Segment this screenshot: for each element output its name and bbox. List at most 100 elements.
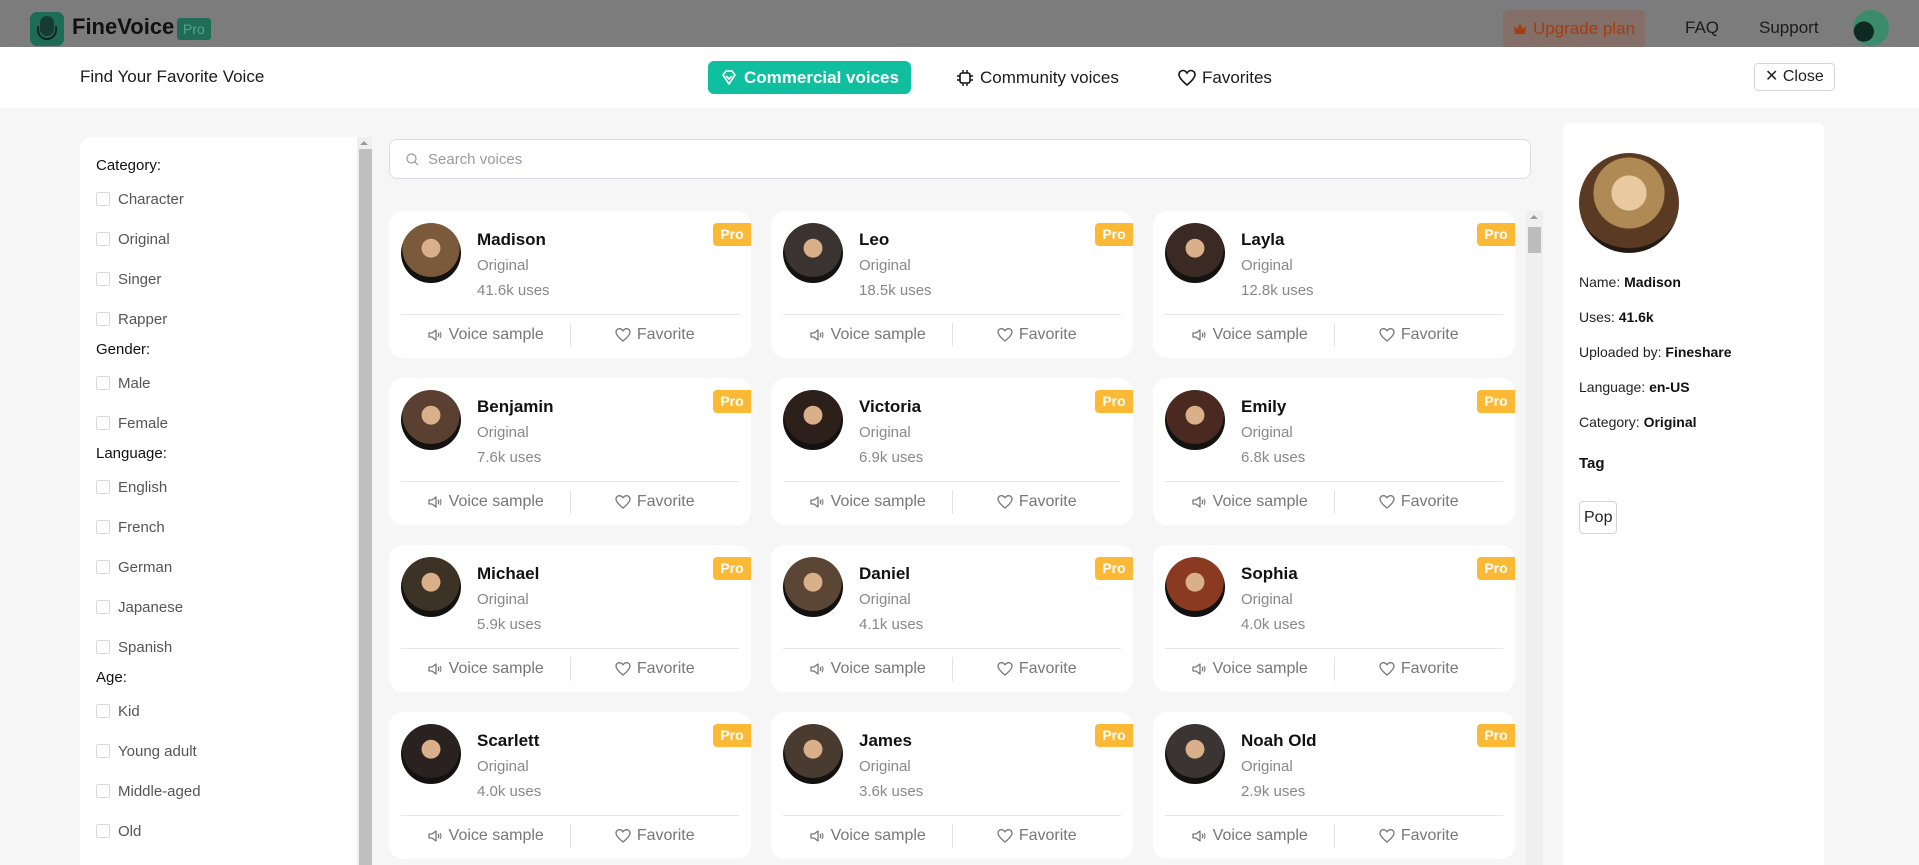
filter-option-english[interactable]: English [96, 477, 336, 497]
filter-checkbox[interactable] [96, 232, 110, 246]
filter-option-kid[interactable]: Kid [96, 701, 336, 721]
pro-badge: Pro [1095, 557, 1133, 580]
filter-checkbox[interactable] [96, 480, 110, 494]
filter-sidebar: Category: Character Original Singer Rapper Ge… [80, 137, 358, 865]
filter-checkbox[interactable] [96, 376, 110, 390]
close-button[interactable]: ✕ Close [1754, 63, 1835, 91]
filter-checkbox[interactable] [96, 824, 110, 838]
favorite-button[interactable]: Favorite [571, 820, 740, 852]
filter-option-french[interactable]: French [96, 517, 336, 537]
favorite-button[interactable]: Favorite [953, 820, 1122, 852]
filter-checkbox[interactable] [96, 744, 110, 758]
voice-sample-label: Voice sample [1212, 827, 1308, 844]
voice-card[interactable]: Leo Original 18.5k uses Pro Voice sample… [771, 211, 1133, 358]
favorite-label: Favorite [636, 827, 695, 844]
voice-grid-scrollbar-thumb[interactable] [1528, 227, 1541, 253]
voice-category: Original [859, 591, 911, 608]
favorite-label: Favorite [1018, 827, 1077, 844]
voice-sample-button[interactable]: Voice sample [783, 653, 952, 685]
voice-card[interactable]: James Original 3.6k uses Pro Voice sampl… [771, 712, 1133, 859]
close-label: Close [1782, 68, 1824, 85]
pro-badge: Pro [1477, 390, 1515, 413]
filter-option-young-adult[interactable]: Young adult [96, 741, 336, 761]
filter-checkbox[interactable] [96, 312, 110, 326]
filter-checkbox[interactable] [96, 520, 110, 534]
voice-sample-button[interactable]: Voice sample [1165, 486, 1334, 518]
voice-sample-button[interactable]: Voice sample [1165, 319, 1334, 351]
user-avatar[interactable] [1853, 10, 1889, 46]
voice-sample-button[interactable]: Voice sample [401, 653, 570, 685]
voice-avatar [1165, 724, 1225, 784]
filter-option-original[interactable]: Original [96, 229, 336, 249]
voice-sample-button[interactable]: Voice sample [401, 486, 570, 518]
voice-sample-label: Voice sample [830, 493, 926, 510]
voice-category: Original [1241, 758, 1293, 775]
filter-checkbox[interactable] [96, 560, 110, 574]
voice-sample-button[interactable]: Voice sample [401, 319, 570, 351]
filter-option-spanish[interactable]: Spanish [96, 637, 336, 657]
voice-card[interactable]: Scarlett Original 4.0k uses Pro Voice sa… [389, 712, 751, 859]
favorite-button[interactable]: Favorite [953, 653, 1122, 685]
filter-checkbox[interactable] [96, 600, 110, 614]
filter-option-female[interactable]: Female [96, 413, 336, 433]
scroll-up-arrow-icon[interactable] [360, 141, 368, 145]
voice-card[interactable]: Victoria Original 6.9k uses Pro Voice sa… [771, 378, 1133, 525]
filter-scrollbar[interactable] [357, 137, 372, 865]
voice-sample-button[interactable]: Voice sample [1165, 820, 1334, 852]
search-input[interactable] [428, 150, 1428, 168]
favorite-button[interactable]: Favorite [1335, 319, 1504, 351]
voice-card[interactable]: Michael Original 5.9k uses Pro Voice sam… [389, 545, 751, 692]
voice-sample-button[interactable]: Voice sample [783, 486, 952, 518]
filter-scrollbar-thumb[interactable] [359, 149, 372, 865]
favorite-button[interactable]: Favorite [1335, 486, 1504, 518]
tab-community-voices[interactable]: Community voices [944, 61, 1131, 94]
tab-favorites[interactable]: Favorites [1166, 61, 1284, 94]
filter-checkbox[interactable] [96, 784, 110, 798]
filter-option-japanese[interactable]: Japanese [96, 597, 336, 617]
filter-option-singer[interactable]: Singer [96, 269, 336, 289]
faq-link[interactable]: FAQ [1685, 18, 1719, 38]
filter-option-rapper[interactable]: Rapper [96, 309, 336, 329]
favorite-button[interactable]: Favorite [1335, 820, 1504, 852]
favorite-button[interactable]: Favorite [953, 319, 1122, 351]
filter-checkbox[interactable] [96, 192, 110, 206]
brand-name[interactable]: FineVoice [72, 14, 174, 40]
voice-card[interactable]: Emily Original 6.8k uses Pro Voice sampl… [1153, 378, 1515, 525]
favorite-button[interactable]: Favorite [1335, 653, 1504, 685]
voice-sample-button[interactable]: Voice sample [783, 319, 952, 351]
favorite-button[interactable]: Favorite [571, 486, 740, 518]
favorite-button[interactable]: Favorite [571, 319, 740, 351]
tab-commercial-voices[interactable]: Commercial voices [708, 61, 911, 94]
filter-checkbox[interactable] [96, 640, 110, 654]
voice-card[interactable]: Sophia Original 4.0k uses Pro Voice samp… [1153, 545, 1515, 692]
upgrade-plan-button[interactable]: Upgrade plan [1503, 10, 1646, 48]
voice-card[interactable]: Daniel Original 4.1k uses Pro Voice samp… [771, 545, 1133, 692]
tag-chip[interactable]: Pop [1579, 501, 1618, 534]
search-box[interactable] [389, 139, 1531, 179]
filter-option-german[interactable]: German [96, 557, 336, 577]
favorite-button[interactable]: Favorite [953, 486, 1122, 518]
filter-checkbox[interactable] [96, 416, 110, 430]
voice-card[interactable]: Benjamin Original 7.6k uses Pro Voice sa… [389, 378, 751, 525]
favorite-button[interactable]: Favorite [571, 653, 740, 685]
voice-card[interactable]: Madison Original 41.6k uses Pro Voice sa… [389, 211, 751, 358]
finevoice-logo-icon[interactable] [30, 12, 64, 46]
filter-option-old[interactable]: Old [96, 821, 336, 841]
voice-card[interactable]: Layla Original 12.8k uses Pro Voice samp… [1153, 211, 1515, 358]
voice-name: Daniel [859, 564, 911, 583]
filter-option-character[interactable]: Character [96, 189, 336, 209]
voice-grid-scrollbar[interactable] [1526, 211, 1543, 865]
voice-card[interactable]: Noah Old Original 2.9k uses Pro Voice sa… [1153, 712, 1515, 859]
filter-checkbox[interactable] [96, 704, 110, 718]
scroll-up-arrow-icon[interactable] [1530, 215, 1538, 219]
support-link[interactable]: Support [1759, 18, 1819, 38]
voice-sample-button[interactable]: Voice sample [1165, 653, 1334, 685]
filter-option-male[interactable]: Male [96, 373, 336, 393]
voice-sample-button[interactable]: Voice sample [783, 820, 952, 852]
voice-sample-button[interactable]: Voice sample [401, 820, 570, 852]
filter-checkbox[interactable] [96, 272, 110, 286]
filter-option-middle-aged[interactable]: Middle-aged [96, 781, 336, 801]
filter-option-label: French [118, 518, 165, 536]
voice-avatar [401, 223, 461, 283]
filter-option-label: Spanish [118, 638, 173, 656]
